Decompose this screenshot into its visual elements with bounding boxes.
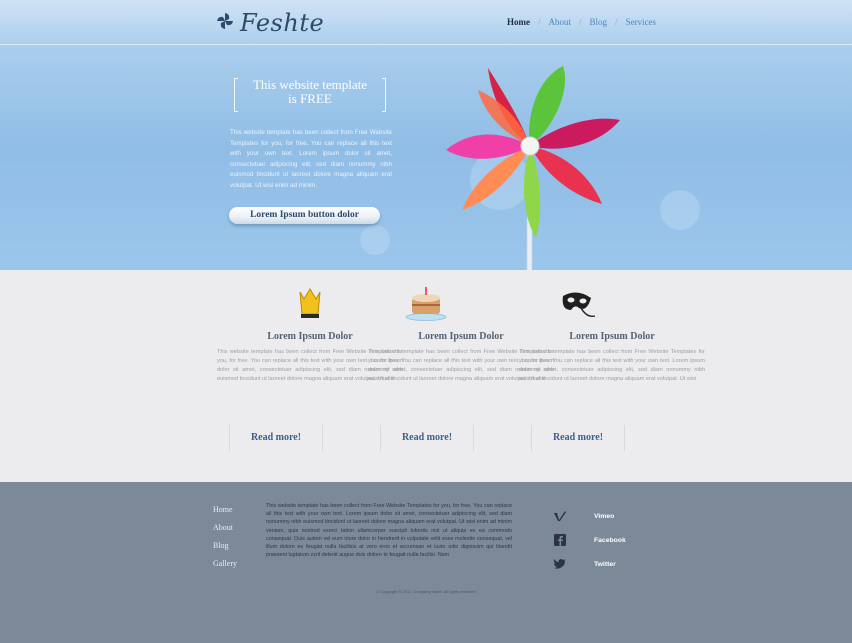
footer-text: This website template has been collect f… bbox=[266, 503, 512, 559]
nav-separator: / bbox=[579, 17, 582, 27]
facebook-icon bbox=[552, 532, 568, 548]
pinwheel-logo-icon bbox=[216, 12, 234, 35]
read-more-link[interactable]: Read more! bbox=[229, 425, 323, 451]
social-vimeo[interactable]: Vimeo bbox=[552, 504, 632, 528]
footer-nav-gallery[interactable]: Gallery bbox=[213, 558, 237, 576]
promo-is: is bbox=[288, 91, 297, 106]
social-label: Facebook bbox=[594, 536, 626, 544]
promo-line-2: is FREE bbox=[234, 92, 386, 106]
logo[interactable]: Feshte bbox=[216, 9, 324, 37]
feature-title: Lorem Ipsum Dolor bbox=[569, 331, 655, 342]
promo-free: FREE bbox=[300, 91, 332, 106]
footer: Home About Blog Gallery This website tem… bbox=[0, 482, 852, 643]
social-facebook[interactable]: Facebook bbox=[552, 528, 632, 552]
nav-about[interactable]: About bbox=[549, 17, 572, 27]
mask-icon bbox=[519, 284, 705, 322]
bokeh-decoration bbox=[360, 225, 390, 255]
read-more-link[interactable]: Read more! bbox=[531, 425, 625, 451]
twitter-icon bbox=[552, 556, 568, 572]
feature-text: This website template has been collect f… bbox=[519, 349, 705, 382]
pinwheel-image bbox=[440, 62, 625, 270]
social-label: Twitter bbox=[594, 560, 616, 568]
nav-services[interactable]: Services bbox=[626, 17, 657, 27]
features-section: Lorem Ipsum Dolor This website template … bbox=[0, 270, 852, 482]
nav-blog[interactable]: Blog bbox=[590, 17, 608, 27]
promo-heading: This website template is FREE bbox=[234, 77, 386, 112]
read-more-link[interactable]: Read more! bbox=[380, 425, 474, 451]
hero-banner: Feshte Home / About / Blog / Services Th… bbox=[0, 0, 852, 270]
hero-body-text: This website template has been collect f… bbox=[230, 129, 392, 189]
nav-separator: / bbox=[538, 17, 541, 27]
logo-text: Feshte bbox=[240, 9, 325, 37]
main-nav: Home / About / Blog / Services bbox=[507, 17, 656, 27]
nav-home[interactable]: Home bbox=[507, 17, 530, 27]
nav-separator: / bbox=[615, 17, 618, 27]
social-label: Vimeo bbox=[594, 512, 615, 520]
promo-line-1: This website template bbox=[252, 77, 368, 92]
footer-nav-home[interactable]: Home bbox=[213, 504, 237, 522]
hero-cta-button[interactable]: Lorem Ipsum button dolor bbox=[229, 207, 380, 224]
bokeh-decoration bbox=[660, 190, 700, 230]
social-twitter[interactable]: Twitter bbox=[552, 552, 632, 576]
footer-nav-about[interactable]: About bbox=[213, 522, 237, 540]
copyright-text: © Copyright © 2011. Company name. All ri… bbox=[376, 589, 476, 594]
vimeo-icon bbox=[552, 508, 568, 524]
footer-nav: Home About Blog Gallery bbox=[213, 504, 237, 576]
top-bar: Feshte Home / About / Blog / Services bbox=[0, 0, 852, 45]
social-links: Vimeo Facebook Twitter bbox=[552, 504, 632, 576]
footer-nav-blog[interactable]: Blog bbox=[213, 540, 237, 558]
